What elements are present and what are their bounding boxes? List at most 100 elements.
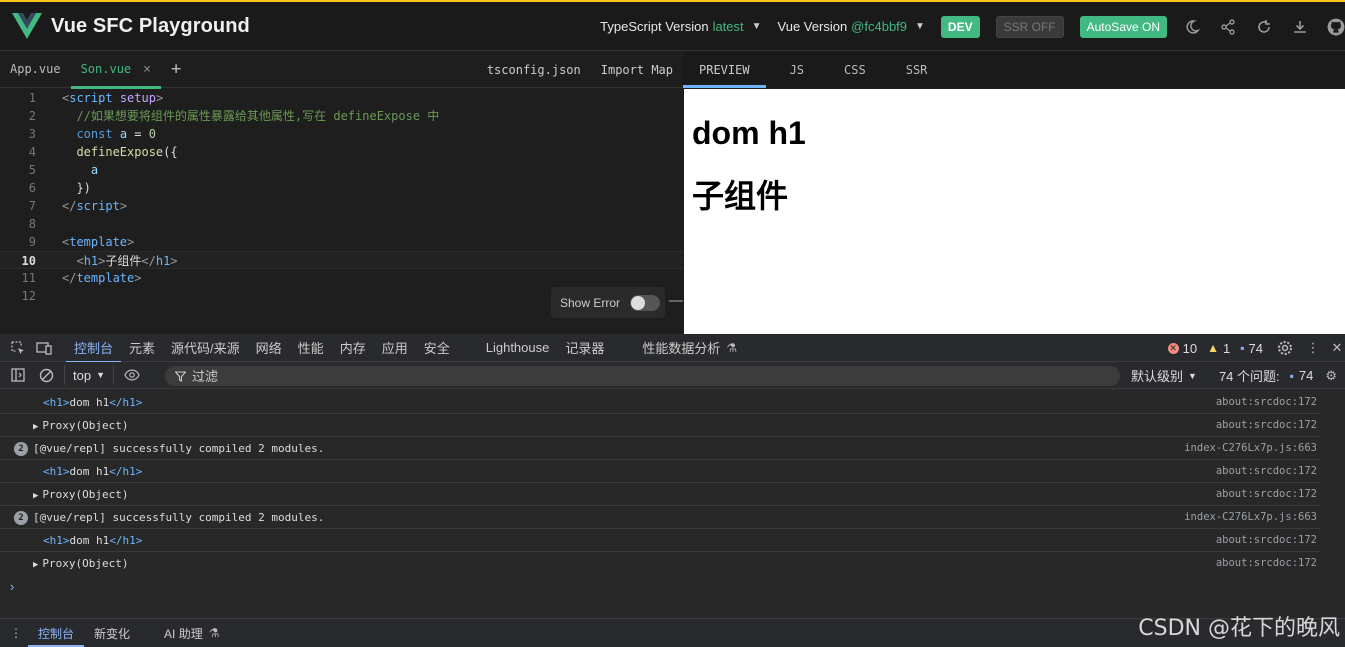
vue-version-select[interactable]: Vue Version @fc4bbf9 ▼ xyxy=(778,19,925,34)
console-filter[interactable] xyxy=(165,366,1120,386)
vue-logo-icon xyxy=(12,13,42,39)
log-source-link[interactable]: about:srcdoc:172 xyxy=(1216,529,1317,552)
devtools-tab-elements[interactable]: 元素 xyxy=(121,334,163,362)
log-text: [@vue/repl] successfully compiled 2 modu… xyxy=(33,442,325,455)
more-options-icon[interactable]: ⋮ xyxy=(1305,340,1321,356)
github-icon[interactable] xyxy=(1327,18,1345,36)
expand-triangle-icon: ▶ xyxy=(33,422,39,432)
issues-count[interactable]: 74 xyxy=(1299,368,1313,383)
context-value: top xyxy=(73,367,92,383)
log-level-select[interactable]: 默认级别 ▼ xyxy=(1131,366,1197,385)
devtools-tab-recorder[interactable]: 记录器 xyxy=(557,334,612,362)
close-devtools-icon[interactable]: ✕ xyxy=(1329,340,1345,356)
share-icon[interactable] xyxy=(1219,18,1237,36)
console-log-row[interactable]: ▶ Proxy(Object) about:srcdoc:172 xyxy=(0,483,1320,506)
log-source-link[interactable]: index-C276Lx7p.js:663 xyxy=(1184,506,1317,529)
console-log-row[interactable]: <h1>dom h1</h1> about:srcdoc:172 xyxy=(0,529,1320,552)
devtools-tab-security[interactable]: 安全 xyxy=(416,334,458,362)
toggle-switch[interactable] xyxy=(630,294,661,311)
console-log-list: <h1>dom h1</h1> about:srcdoc:172 ▶ Proxy(… xyxy=(0,391,1320,575)
error-counter[interactable]: ✕ 10 xyxy=(1167,341,1197,356)
drawer-tab-ai-assistant[interactable]: AI 助理 ⚗ xyxy=(154,619,229,647)
console-log-row[interactable]: <h1>dom h1</h1> about:srcdoc:172 xyxy=(0,391,1320,414)
drawer-tab-whats-new[interactable]: 新变化 xyxy=(84,619,140,647)
tab-preview[interactable]: PREVIEW xyxy=(683,51,766,88)
preview-heading: dom h1 xyxy=(692,115,806,151)
log-source-link[interactable]: index-C276Lx7p.js:663 xyxy=(1184,437,1317,460)
devtools-tab-sources[interactable]: 源代码/来源 xyxy=(163,334,248,362)
log-text: <h1>dom h1</h1> xyxy=(43,396,143,409)
tab-css[interactable]: CSS xyxy=(828,51,882,88)
app-title: Vue SFC Playground xyxy=(51,14,250,37)
log-text: ▶ Proxy(Object) xyxy=(33,557,129,570)
filter-input[interactable] xyxy=(192,368,992,384)
devtools-tab-lighthouse[interactable]: Lighthouse xyxy=(478,334,558,362)
warning-counter[interactable]: ▲ 1 xyxy=(1207,341,1230,356)
devtools-tab-performance[interactable]: 性能 xyxy=(290,334,332,362)
issues-label[interactable]: 74 个问题: xyxy=(1219,366,1280,385)
code-line: <script setup> xyxy=(62,91,164,105)
preview-frame: dom h1 子组件 xyxy=(684,89,1345,334)
console-log-row[interactable]: ▶ Proxy(Object) about:srcdoc:172 xyxy=(0,552,1320,575)
devtools-tab-performance-insights[interactable]: 性能数据分析 ⚗ xyxy=(634,334,745,362)
tab-label: AI 助理 xyxy=(164,626,203,641)
code-text: 子组件 xyxy=(105,254,142,268)
log-level-value: 默认级别 xyxy=(1131,369,1184,384)
log-text: [@vue/repl] successfully compiled 2 modu… xyxy=(33,511,325,524)
log-source-link[interactable]: about:srcdoc:172 xyxy=(1216,552,1317,575)
dev-toggle[interactable]: DEV xyxy=(940,15,980,38)
preview-heading: 子组件 xyxy=(692,178,789,214)
tab-label: 性能数据分析 xyxy=(642,341,721,356)
log-source-link[interactable]: about:srcdoc:172 xyxy=(1216,483,1317,506)
context-select[interactable]: top ▼ xyxy=(64,365,114,385)
ssr-toggle[interactable]: SSR OFF xyxy=(995,15,1064,38)
message-counter[interactable]: ▪ 74 xyxy=(1240,341,1263,356)
inspect-element-icon[interactable] xyxy=(10,340,26,356)
chevron-down-icon: ▼ xyxy=(1188,370,1197,381)
more-options-icon[interactable]: ⋮ xyxy=(8,625,24,641)
tab-ssr[interactable]: SSR xyxy=(890,51,944,88)
code-line-current: <h1>子组件</h1> xyxy=(76,254,178,268)
console-log-row[interactable]: <h1>dom h1</h1> about:srcdoc:172 xyxy=(0,460,1320,483)
drawer-tab-console[interactable]: 控制台 xyxy=(28,619,85,647)
show-error-toggle[interactable]: Show Error xyxy=(551,287,665,318)
file-tab-app-vue[interactable]: App.vue xyxy=(0,51,71,88)
add-file-button[interactable]: + xyxy=(171,59,181,79)
line-number: 10 xyxy=(21,254,36,268)
close-icon[interactable]: × xyxy=(143,62,151,77)
settings-gear-icon[interactable] xyxy=(1277,340,1293,356)
log-source-link[interactable]: about:srcdoc:172 xyxy=(1216,391,1317,414)
import-map-tab[interactable]: Import Map xyxy=(601,63,673,77)
console-prompt[interactable]: › xyxy=(10,579,14,594)
ts-version-label: TypeScript Version xyxy=(600,19,709,34)
log-source-link[interactable]: about:srcdoc:172 xyxy=(1216,414,1317,437)
console-log-row[interactable]: ▶ Proxy(Object) about:srcdoc:172 xyxy=(0,414,1320,437)
tsconfig-tab[interactable]: tsconfig.json xyxy=(487,63,581,77)
filter-icon xyxy=(175,370,186,382)
eye-icon[interactable] xyxy=(124,367,140,383)
ts-version-select[interactable]: TypeScript Version latest ▼ xyxy=(600,19,761,34)
devtools-tab-network[interactable]: 网络 xyxy=(248,334,290,362)
console-log-row[interactable]: 2 [@vue/repl] successfully compiled 2 mo… xyxy=(0,437,1320,460)
console-settings-icon[interactable]: ⚙ xyxy=(1325,368,1337,384)
device-toolbar-icon[interactable] xyxy=(36,340,52,356)
log-source-link[interactable]: about:srcdoc:172 xyxy=(1216,460,1317,483)
clear-console-icon[interactable] xyxy=(38,367,54,383)
line-number: 5 xyxy=(28,163,36,177)
devtools-tab-application[interactable]: 应用 xyxy=(374,334,416,362)
devtools-tab-memory[interactable]: 内存 xyxy=(332,334,374,362)
reload-icon[interactable] xyxy=(1255,18,1273,36)
chevron-down-icon: ▼ xyxy=(915,21,925,32)
moon-icon[interactable] xyxy=(1183,18,1201,36)
app-header: Vue SFC Playground TypeScript Version la… xyxy=(0,0,1345,51)
console-log-row[interactable]: 2 [@vue/repl] successfully compiled 2 mo… xyxy=(0,506,1320,529)
line-number: 2 xyxy=(28,109,36,123)
code-line: defineExpose({ xyxy=(76,145,178,159)
sidebar-toggle-icon[interactable] xyxy=(10,367,26,383)
autosave-toggle[interactable]: AutoSave ON xyxy=(1079,15,1167,38)
download-icon[interactable] xyxy=(1291,18,1309,36)
tab-js[interactable]: JS xyxy=(774,51,820,88)
file-tab-son-vue[interactable]: Son.vue × xyxy=(70,51,162,89)
editor-pane: App.vue Son.vue × + tsconfig.json Import… xyxy=(0,51,683,334)
devtools-tab-console[interactable]: 控制台 xyxy=(66,334,122,363)
